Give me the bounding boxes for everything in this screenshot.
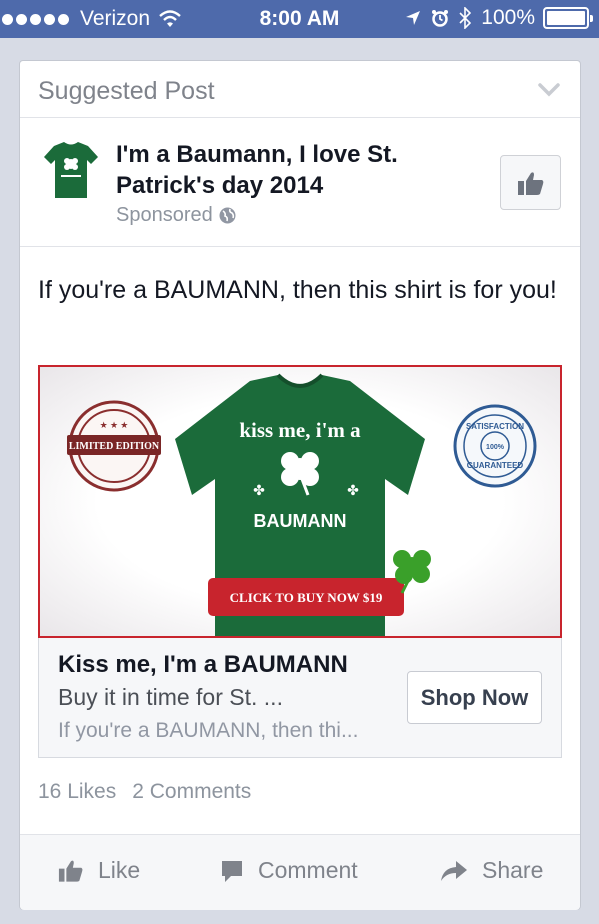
bluetooth-icon [459,7,472,29]
svg-text:★ ★ ★: ★ ★ ★ [100,420,129,430]
alarm-icon [431,9,449,27]
svg-text:✤: ✤ [253,482,265,498]
comments-count[interactable]: 2 Comments [132,780,251,804]
status-bar: Verizon 8:00 AM 100% [0,0,599,38]
globe-icon [219,207,236,224]
click-to-buy-banner: CLICK TO BUY NOW $19 [208,578,404,616]
svg-text:GUARANTEED: GUARANTEED [467,461,524,470]
comment-button[interactable]: Comment [220,857,358,884]
svg-text:LIMITED EDITION: LIMITED EDITION [69,441,160,452]
link-description: Buy it in time for St. ... [58,684,283,710]
suggested-post-card: Suggested Post I'm a Baumann, I love St.… [19,60,581,910]
share-icon [441,860,467,881]
link-title: Kiss me, I'm a BAUMANN [58,651,348,678]
svg-text:kiss me, i'm a: kiss me, i'm a [239,418,361,442]
battery-percent: 100% [481,6,535,29]
like-button[interactable]: Like [58,857,140,884]
svg-text:BAUMANN: BAUMANN [254,511,347,531]
location-arrow-icon [405,10,421,26]
comment-icon [222,860,242,882]
svg-text:CLICK TO BUY NOW $19: CLICK TO BUY NOW $19 [230,590,383,605]
svg-text:SATISFACTION: SATISFACTION [466,422,524,431]
sponsored-text: Sponsored [116,204,213,226]
link-caption: If you're a BAUMANN, then thi... [58,719,359,742]
action-bar: Like Comment Share [20,834,580,910]
engagement-counts: 16 Likes 2 Comments [38,780,267,804]
share-button[interactable]: Share [440,857,543,884]
link-preview[interactable]: Kiss me, I'm a BAUMANN Buy it in time fo… [38,638,562,758]
likes-count[interactable]: 16 Likes [38,780,116,804]
svg-text:✤: ✤ [347,482,359,498]
divider [20,246,580,247]
comment-label: Comment [258,857,358,883]
ad-image[interactable]: LIMITED EDITION ★ ★ ★ kiss me, i'm a ✤ ✤… [38,365,562,638]
thumbs-up-icon [58,860,83,882]
divider [20,117,580,118]
limited-edition-badge: LIMITED EDITION ★ ★ ★ [67,400,161,492]
thumbs-up-icon [517,171,543,195]
like-label: Like [98,857,141,883]
sponsored-label: Sponsored [116,204,236,227]
shop-now-button[interactable]: Shop Now [407,671,542,724]
page-name-link[interactable]: I'm a Baumann, I love St. Patrick's day … [116,139,476,201]
share-label: Share [482,857,544,883]
svg-text:100%: 100% [486,444,505,451]
satisfaction-guaranteed-badge: SATISFACTION 100% GUARANTEED [453,404,537,488]
chevron-down-icon[interactable] [538,83,560,97]
battery-icon [543,7,593,29]
post-message: If you're a BAUMANN, then this shirt is … [38,276,557,304]
page-avatar[interactable] [40,138,102,200]
suggested-post-label: Suggested Post [38,77,215,105]
like-page-button[interactable] [500,155,561,210]
